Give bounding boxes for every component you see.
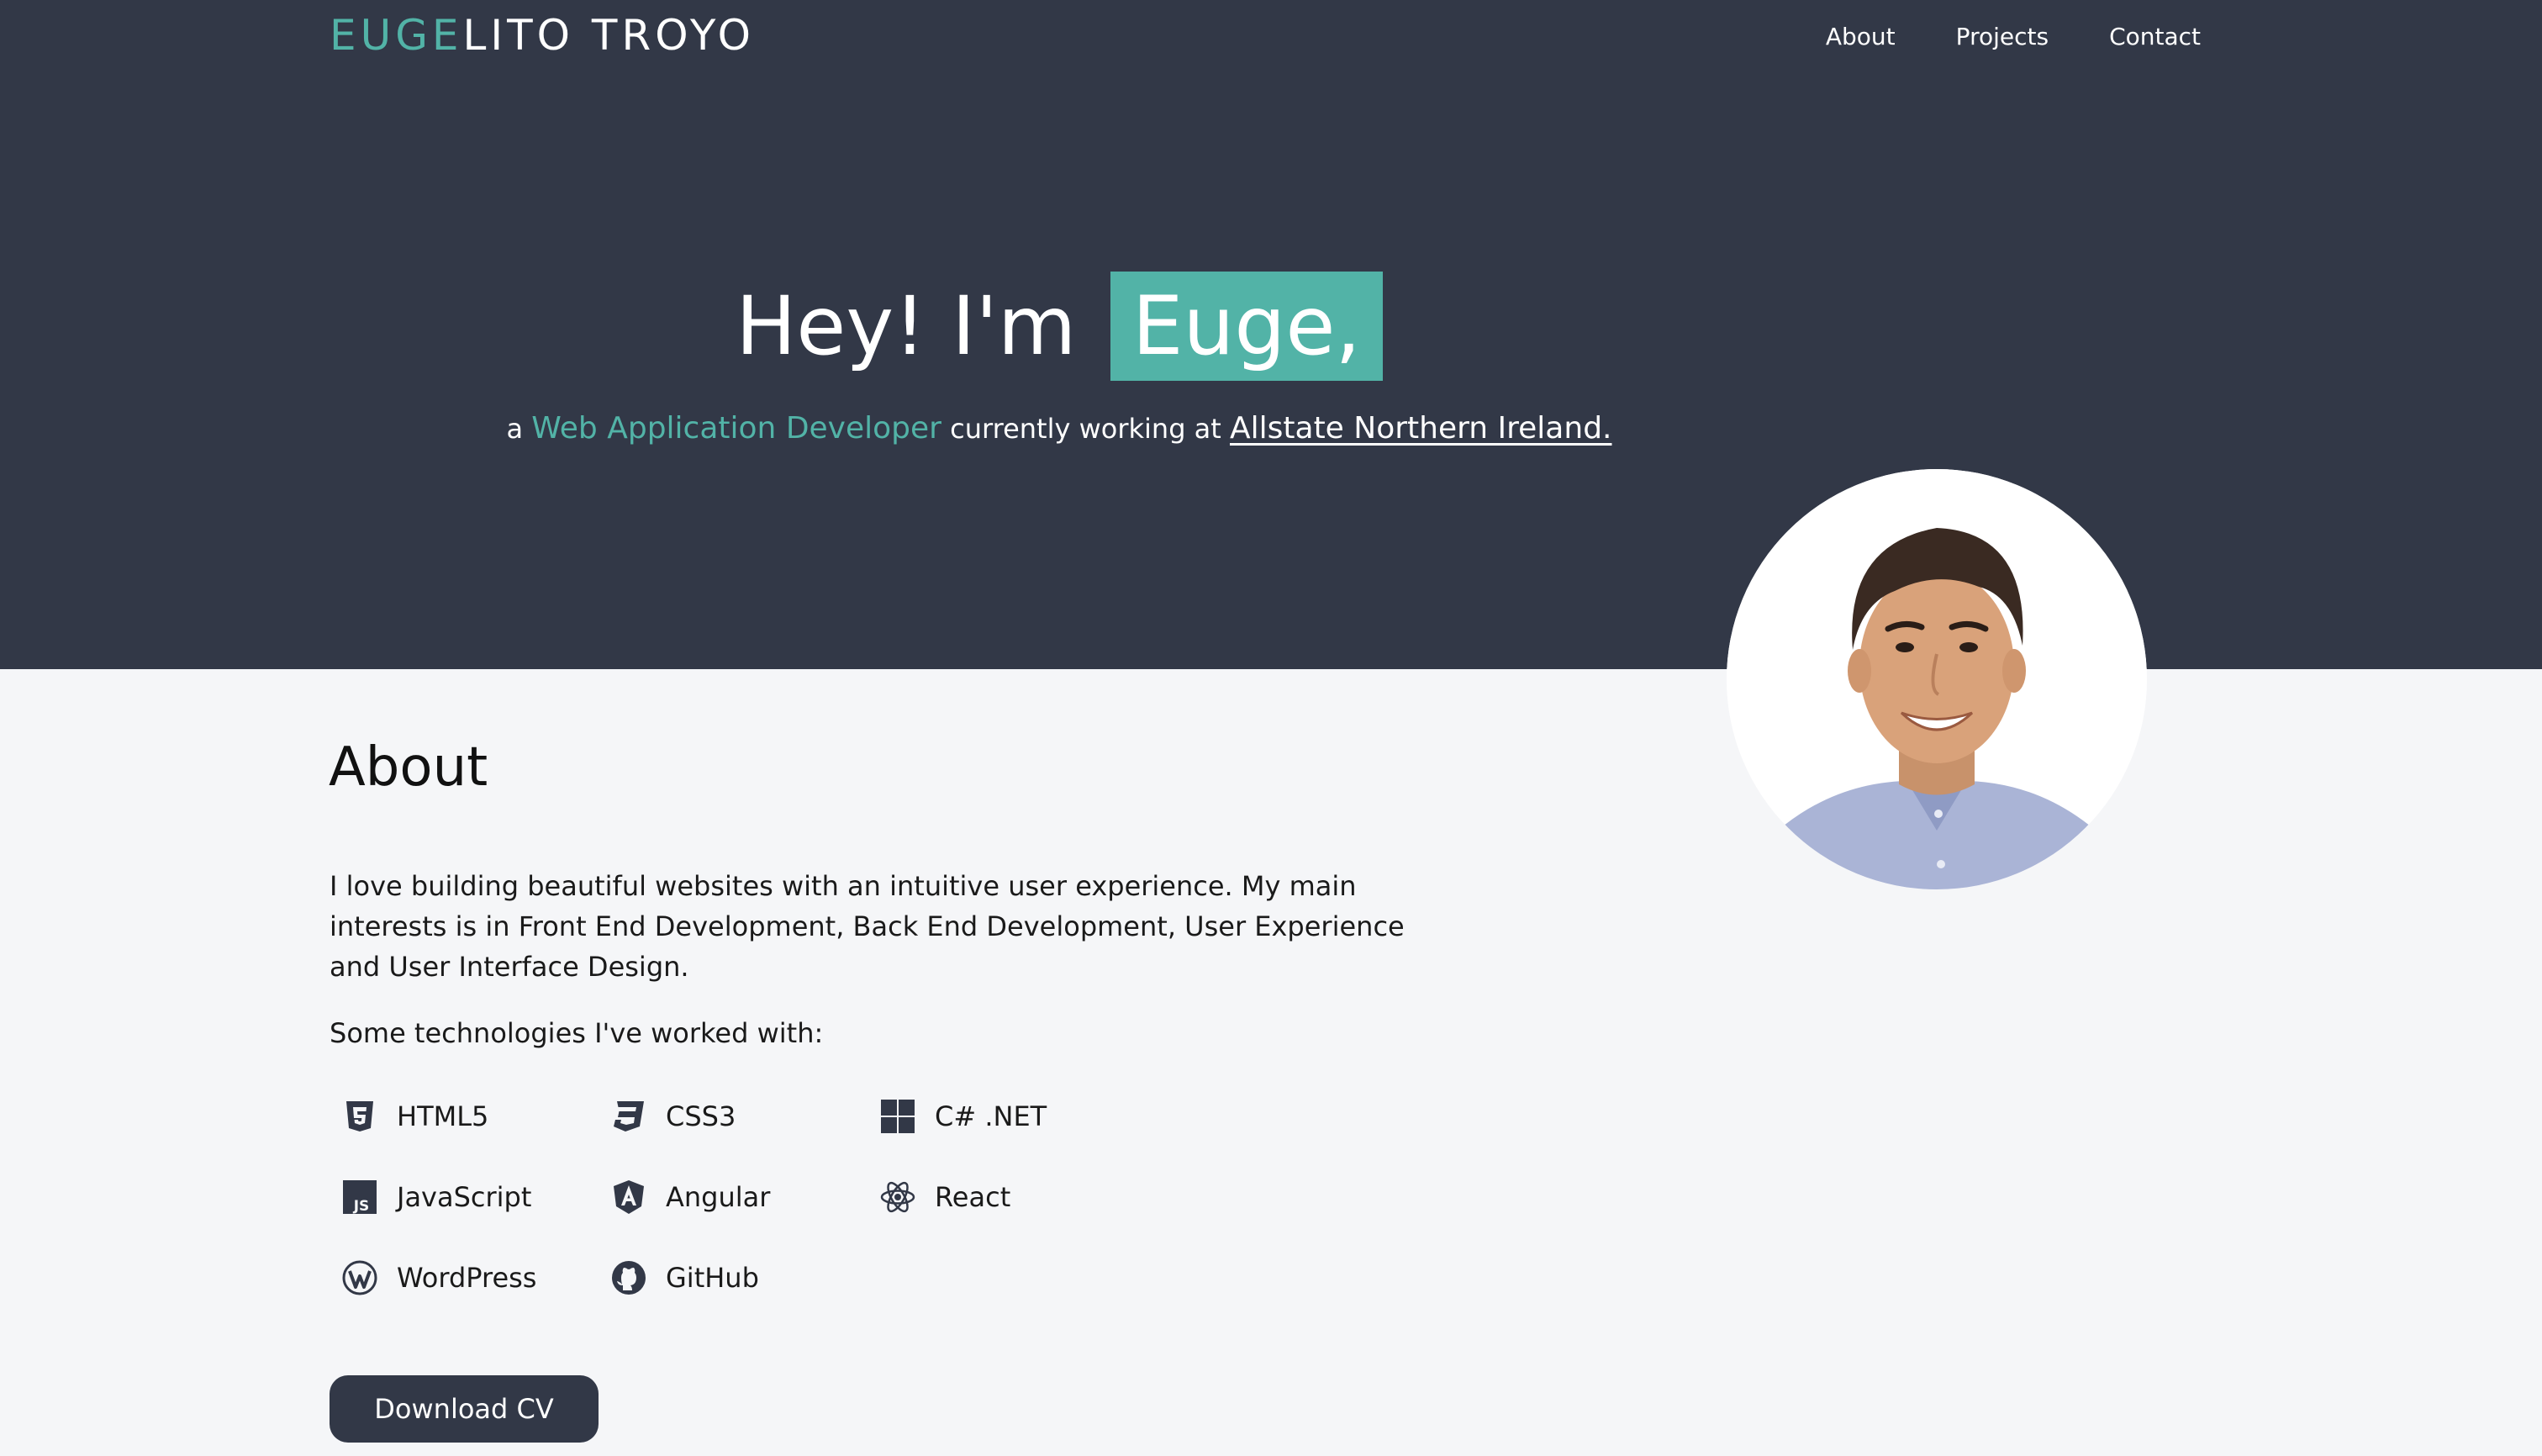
tech-item-react: React [879,1174,1010,1221]
profile-photo [1727,469,2147,889]
tech-label: GitHub [666,1262,759,1294]
tech-item-javascript: JS JavaScript [341,1174,531,1221]
hero-headline: Hey! I'm Euge, [0,272,2118,381]
download-cv-button[interactable]: Download CV [330,1375,599,1443]
html5-icon [346,1101,373,1132]
hero-name-highlight: Euge, [1110,272,1383,381]
react-icon [880,1181,915,1213]
hero-subtitle: a Web Application Developer currently wo… [0,409,2118,449]
svg-text:JS: JS [353,1198,370,1215]
company-link[interactable]: Allstate Northern Ireland. [1230,411,1611,446]
wordpress-icon [342,1260,377,1295]
angular-icon [614,1180,644,1214]
main-nav: About Projects Contact [1765,18,2201,55]
tech-label: Angular [666,1181,771,1213]
tech-item-angular: Angular [610,1174,770,1221]
github-icon [612,1261,646,1295]
tech-item-github: GitHub [610,1254,759,1301]
nav-link-about[interactable]: About [1826,18,1896,55]
profile-portrait-illustration [1727,469,2147,889]
site-logo[interactable]: EUGELITO TROYO [330,10,755,61]
windows-icon [881,1100,915,1133]
subtitle-prefix: a [506,413,524,445]
tech-item-css3: CSS3 [610,1093,736,1140]
logo-rest-text: LITO TROYO [462,11,755,60]
tech-label: React [935,1181,1011,1213]
about-heading: About [329,736,488,799]
tech-label: C# .NET [935,1100,1047,1132]
javascript-icon: JS [343,1180,377,1215]
hero-greeting: Hey! I'm [736,279,1077,373]
nav-link-contact[interactable]: Contact [2109,18,2201,55]
subtitle-middle: currently working at [950,413,1221,445]
tech-label: JavaScript [397,1181,532,1213]
tech-label: CSS3 [666,1100,736,1132]
tech-item-csharp-dotnet: C# .NET [879,1093,1047,1140]
logo-accent-text: EUGE [330,11,463,60]
nav-link-projects[interactable]: Projects [1956,18,2049,55]
tech-item-wordpress: WordPress [341,1254,536,1301]
about-paragraph: I love building beautiful websites with … [330,870,1405,983]
tech-label: WordPress [397,1262,537,1294]
tech-label: HTML5 [397,1100,489,1132]
css3-icon [614,1101,644,1132]
technologies-intro: Some technologies I've worked with: [330,1017,824,1049]
tech-item-html5: HTML5 [341,1093,488,1140]
hero-section: EUGELITO TROYO About Projects Contact He… [0,0,2542,669]
subtitle-role: Web Application Developer [531,411,941,446]
